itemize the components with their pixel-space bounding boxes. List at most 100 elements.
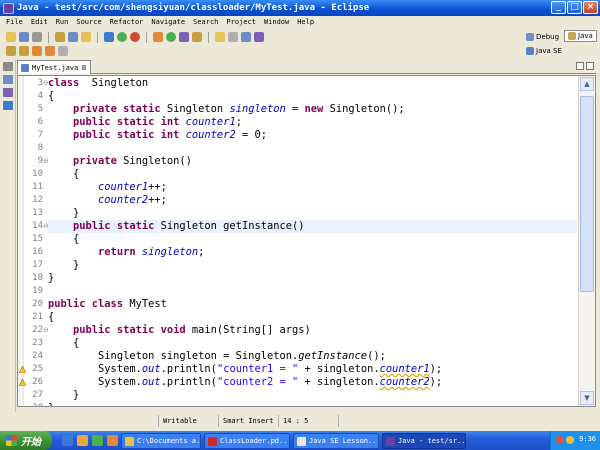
menu-project[interactable]: Project <box>222 18 260 26</box>
code-line[interactable]: { <box>48 337 577 350</box>
code-area[interactable]: class Singleton{ private static Singleto… <box>48 76 577 406</box>
code-line[interactable]: } <box>48 402 577 406</box>
perspective-java[interactable]: Java <box>564 30 597 42</box>
external-tools-icon[interactable] <box>130 32 140 42</box>
explorer-icon[interactable] <box>107 435 118 446</box>
code-line[interactable]: public static int counter1; <box>48 116 577 129</box>
back-icon[interactable] <box>45 46 55 56</box>
next-annotation-icon[interactable] <box>6 46 16 56</box>
menu-run[interactable]: Run <box>52 18 73 26</box>
new-java-class-icon[interactable] <box>166 32 176 42</box>
new-icon[interactable] <box>6 32 16 42</box>
media-player-icon[interactable] <box>77 435 88 446</box>
editor-minimize-button[interactable] <box>576 62 584 70</box>
new-java-project-icon[interactable] <box>153 32 163 42</box>
code-token: counter1 <box>379 363 430 375</box>
search-icon[interactable] <box>192 32 202 42</box>
warning-icon[interactable] <box>18 378 27 387</box>
scrollbar-thumb[interactable] <box>580 96 594 292</box>
menu-edit[interactable]: Edit <box>27 18 52 26</box>
code-line[interactable]: } <box>48 389 577 402</box>
code-line[interactable]: System.out.println("counter2 = " + singl… <box>48 376 577 389</box>
code-line[interactable]: } <box>48 259 577 272</box>
ie-icon[interactable] <box>62 435 73 446</box>
taskbar-button-eclipse[interactable]: Java - test/sr... <box>382 433 466 449</box>
status-bar: Writable Smart Insert 14 : 5 <box>0 413 600 428</box>
code-token: + singleton. <box>298 363 380 375</box>
eclipse-icon <box>3 2 14 14</box>
junit-icon[interactable] <box>2 101 13 110</box>
code-line[interactable]: counter1++; <box>48 181 577 194</box>
code-line[interactable]: { <box>48 168 577 181</box>
minimize-button[interactable]: _ <box>551 1 566 14</box>
new-class-icon[interactable] <box>81 32 91 42</box>
code-line[interactable]: public static Singleton getInstance() <box>48 220 577 233</box>
tray-icon[interactable] <box>556 436 564 444</box>
code-line[interactable] <box>48 285 577 298</box>
code-line[interactable]: private static Singleton singleton = new… <box>48 103 577 116</box>
previous-annotation-icon[interactable] <box>19 46 29 56</box>
editor-maximize-button[interactable] <box>586 62 594 70</box>
code-line[interactable]: } <box>48 207 577 220</box>
last-edit-icon[interactable] <box>32 46 42 56</box>
hierarchy-icon[interactable] <box>2 88 13 97</box>
code-line[interactable]: } <box>48 272 577 285</box>
code-token: counter2 <box>98 194 149 206</box>
tray-icon[interactable] <box>566 436 574 444</box>
menu-navigate[interactable]: Navigate <box>147 18 189 26</box>
show-whitespace-icon[interactable] <box>241 32 251 42</box>
menu-source[interactable]: Source <box>72 18 105 26</box>
code-line[interactable]: { <box>48 233 577 246</box>
perspective-java-se[interactable]: Java SE <box>523 45 565 57</box>
menu-help[interactable]: Help <box>293 18 318 26</box>
code-editor[interactable]: 3 ⊖ 4 5 6 7 8 9 ⊖ 10 11 12 13 14 ⊖ 15 16 17 18 19 20 21 22 ⊖ 23 2… <box>17 75 596 407</box>
code-line[interactable]: System.out.println("counter1 = " + singl… <box>48 363 577 376</box>
forward-icon[interactable] <box>58 46 68 56</box>
menu-window[interactable]: Window <box>260 18 293 26</box>
code-line[interactable]: public static void main(String[] args) <box>48 324 577 337</box>
print-icon[interactable] <box>32 32 42 42</box>
open-type-icon[interactable] <box>55 32 65 42</box>
code-line[interactable]: { <box>48 90 577 103</box>
start-button[interactable]: 开始 <box>0 431 52 450</box>
tab-mytest-java[interactable]: MyTest.java ⊠ <box>17 60 92 74</box>
code-line[interactable]: return singleton; <box>48 246 577 259</box>
menu-file[interactable]: File <box>2 18 27 26</box>
save-icon[interactable] <box>19 32 29 42</box>
taskbar-button-documents[interactable]: C:\Documents a... <box>121 433 201 449</box>
maximize-button[interactable]: □ <box>567 1 582 14</box>
show-desktop-icon[interactable] <box>92 435 103 446</box>
code-line[interactable]: Singleton singleton = Singleton.getInsta… <box>48 350 577 363</box>
code-token: } <box>48 272 55 284</box>
code-line[interactable]: public static int counter2 = 0; <box>48 129 577 142</box>
new-package-icon[interactable] <box>68 32 78 42</box>
menu-refactor[interactable]: Refactor <box>106 18 148 26</box>
vertical-scrollbar[interactable]: ▲ ▼ <box>578 76 595 406</box>
code-line[interactable]: { <box>48 311 577 324</box>
scroll-up-arrow[interactable]: ▲ <box>580 77 594 91</box>
mark-occurrences-icon[interactable] <box>215 32 225 42</box>
close-button[interactable]: × <box>583 1 598 14</box>
tab-close-icon[interactable]: ⊠ <box>81 63 86 72</box>
perspective-debug[interactable]: Debug <box>523 31 562 43</box>
run-icon[interactable] <box>117 32 127 42</box>
scroll-down-arrow[interactable]: ▼ <box>580 391 594 405</box>
code-token: ++; <box>148 194 167 206</box>
code-line[interactable]: private Singleton() <box>48 155 577 168</box>
restore-icon[interactable] <box>2 62 13 71</box>
taskbar-button-java-se-lesson[interactable]: Java SE Lesson... <box>293 433 379 449</box>
menu-search[interactable]: Search <box>189 18 222 26</box>
toggle-breadcrumb-icon[interactable] <box>254 32 264 42</box>
toggle-block-icon[interactable] <box>228 32 238 42</box>
taskbar-button-classloader-pdf[interactable]: ClassLoader.pd... <box>204 433 290 449</box>
code-line[interactable]: counter2++; <box>48 194 577 207</box>
debug-icon[interactable] <box>104 32 114 42</box>
code-line[interactable]: public class MyTest <box>48 298 577 311</box>
code-line[interactable] <box>48 142 577 155</box>
warning-icon[interactable] <box>18 365 27 374</box>
code-line[interactable]: class Singleton <box>48 77 577 90</box>
line-number: 15 <box>32 234 43 244</box>
package-explorer-icon[interactable] <box>2 75 13 84</box>
open-type-hierarchy-icon[interactable] <box>179 32 189 42</box>
